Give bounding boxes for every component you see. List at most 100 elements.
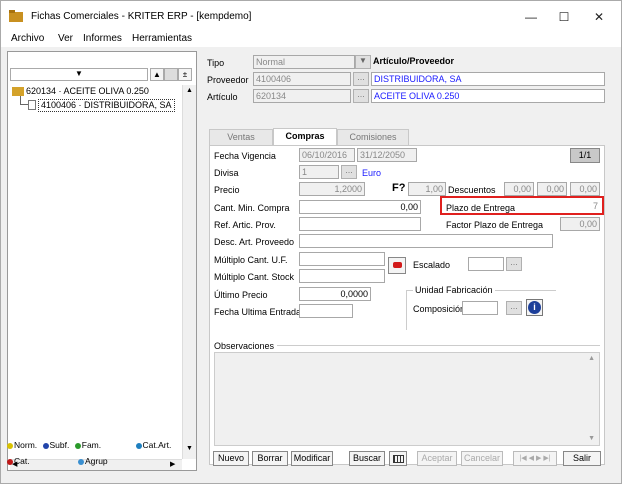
- agrup-dot-icon: [77, 458, 84, 465]
- plazo-entrega-label: Plazo de Entrega: [446, 203, 516, 213]
- escalado-lookup-button[interactable]: …: [506, 257, 522, 271]
- mult-stock-field[interactable]: [299, 269, 385, 283]
- app-window: Fichas Comerciales - KRITER ERP - [kempd…: [0, 0, 622, 484]
- cancelar-button[interactable]: Cancelar: [461, 451, 503, 466]
- record-nav-buttons[interactable]: |◀ ◀ ▶ ▶|: [513, 451, 557, 466]
- tab-comisiones[interactable]: Comisiones: [337, 129, 409, 145]
- escalado-field[interactable]: [468, 257, 504, 271]
- subf-dot-icon: [42, 442, 49, 449]
- menu-herramientas[interactable]: Herramientas: [132, 33, 192, 44]
- precio-label: Precio: [214, 185, 240, 195]
- scroll-up-icon: ▲: [186, 87, 193, 94]
- observaciones-label: Observaciones: [214, 341, 278, 351]
- observaciones-textarea[interactable]: ▲ ▼: [214, 352, 600, 446]
- divisa-field[interactable]: 1: [299, 165, 339, 179]
- menu-bar: Archivo Ver Informes Herramientas: [1, 31, 621, 47]
- tree-up-button[interactable]: ▲: [150, 68, 164, 81]
- descuento-3-field[interactable]: 0,00: [570, 182, 600, 196]
- obs-scroll-up-icon: ▲: [588, 355, 595, 362]
- tree-legend-row-2: Cat. Agrup: [7, 456, 108, 466]
- ultimo-precio-label: Último Precio: [214, 290, 268, 300]
- fecha-ult-field[interactable]: [299, 304, 353, 318]
- tab-ventas[interactable]: Ventas: [209, 129, 273, 145]
- grid-view-button[interactable]: [389, 451, 407, 466]
- maximize-button[interactable]: ☐: [554, 7, 574, 27]
- tree-filter-dropdown[interactable]: ▼: [10, 68, 148, 81]
- escalado-label: Escalado: [413, 260, 451, 270]
- legend-norm: Norm.: [14, 440, 38, 450]
- page-indicator: 1/1: [570, 148, 600, 163]
- cat-dot-icon: [7, 458, 13, 465]
- articulo-lookup-button[interactable]: …: [353, 89, 369, 103]
- legend-catart: Cat.Art.: [142, 440, 172, 450]
- composicion-field[interactable]: [462, 301, 498, 315]
- aceptar-button[interactable]: Aceptar: [417, 451, 457, 466]
- tab-compras[interactable]: Compras: [273, 128, 337, 145]
- menu-informes[interactable]: Informes: [83, 33, 122, 44]
- descuento-2-field[interactable]: 0,00: [537, 182, 567, 196]
- tipo-dropdown-button[interactable]: ▼: [355, 55, 371, 69]
- catart-dot-icon: [135, 442, 142, 449]
- tree-sort-button[interactable]: ±: [178, 68, 192, 81]
- articulo-field[interactable]: 620134: [253, 89, 351, 103]
- factor-label: F?: [392, 182, 406, 194]
- fam-dot-icon: [74, 442, 81, 449]
- tree-legend-row-1: Norm. Subf. Fam. Cat.Art.: [7, 440, 171, 450]
- info-icon[interactable]: i: [526, 299, 543, 316]
- proveedor-label: Proveedor: [207, 75, 249, 85]
- close-button[interactable]: ✕: [589, 7, 609, 27]
- factor-plazo-field[interactable]: 0,00: [560, 217, 600, 231]
- tree-node-root[interactable]: 620134 · ACEITE OLIVA 0.250: [12, 86, 149, 97]
- last-record-icon: ▶|: [543, 455, 551, 462]
- tipo-label: Tipo: [207, 58, 225, 68]
- minimize-button[interactable]: —: [521, 7, 541, 27]
- nuevo-button[interactable]: Nuevo: [213, 451, 249, 466]
- modificar-button[interactable]: Modificar: [291, 451, 333, 466]
- ultimo-precio-field[interactable]: 0,0000: [299, 287, 371, 301]
- tree-node-root-label: 620134 · ACEITE OLIVA 0.250: [26, 86, 149, 96]
- open-folder-icon: [12, 87, 24, 97]
- cant-min-field[interactable]: 0,00: [299, 200, 421, 214]
- articulo-label: Artículo: [207, 92, 238, 102]
- factor-field[interactable]: 1,00: [408, 182, 446, 196]
- cant-min-label: Cant. Min. Compra: [214, 203, 290, 213]
- legend-fam: Fam.: [81, 440, 102, 450]
- mult-uf-field[interactable]: [299, 252, 385, 266]
- tipo-field[interactable]: Normal: [253, 55, 355, 69]
- detail-pane: Tipo Normal ▼ Artículo/Proveedor Proveed…: [201, 51, 613, 471]
- menu-archivo[interactable]: Archivo: [11, 33, 44, 44]
- factor-plazo-label: Factor Plazo de Entrega: [446, 220, 544, 230]
- desc-art-field[interactable]: [299, 234, 553, 248]
- legend-agrup: Agrup: [84, 456, 108, 466]
- document-icon: [28, 100, 36, 110]
- prev-record-icon: ◀: [528, 455, 535, 462]
- salir-button[interactable]: Salir: [563, 451, 601, 466]
- buscar-button[interactable]: Buscar: [349, 451, 385, 466]
- tree-blank-button[interactable]: [164, 68, 178, 81]
- menu-ver[interactable]: Ver: [58, 33, 73, 44]
- tree-connector: [20, 96, 28, 105]
- precio-field[interactable]: 1,2000: [299, 182, 365, 196]
- mult-stock-label: Múltiplo Cant. Stock: [214, 272, 295, 282]
- composicion-lookup-button[interactable]: …: [506, 301, 522, 315]
- divisa-description: Euro: [362, 168, 382, 178]
- proveedor-lookup-button[interactable]: …: [353, 72, 369, 86]
- tree-node-child[interactable]: 4100406 · DISTRIBUIDORA, SA: [38, 99, 175, 112]
- ref-artic-field[interactable]: [299, 217, 421, 231]
- desc-art-label: Desc. Art. Proveedo: [214, 237, 295, 247]
- divisa-lookup-button[interactable]: …: [341, 165, 357, 179]
- escalado-button[interactable]: [388, 257, 406, 274]
- plazo-entrega-field[interactable]: 7: [530, 200, 600, 214]
- grid-icon: [392, 455, 404, 463]
- fecha-ult-label: Fecha Ultima Entrada: [214, 307, 302, 317]
- borrar-button[interactable]: Borrar: [252, 451, 288, 466]
- descuento-1-field[interactable]: 0,00: [504, 182, 534, 196]
- fecha-desde-field[interactable]: 06/10/2016: [299, 148, 355, 162]
- proveedor-field[interactable]: 4100406: [253, 72, 351, 86]
- fecha-hasta-field[interactable]: 31/12/2050: [357, 148, 417, 162]
- scroll-down-icon: ▼: [186, 445, 193, 452]
- divisa-label: Divisa: [214, 168, 239, 178]
- proveedor-description: DISTRIBUIDORA, SA: [371, 72, 605, 86]
- ref-artic-label: Ref. Artic. Prov.: [214, 220, 276, 230]
- tree-vertical-scrollbar[interactable]: ▲ ▼: [182, 85, 196, 459]
